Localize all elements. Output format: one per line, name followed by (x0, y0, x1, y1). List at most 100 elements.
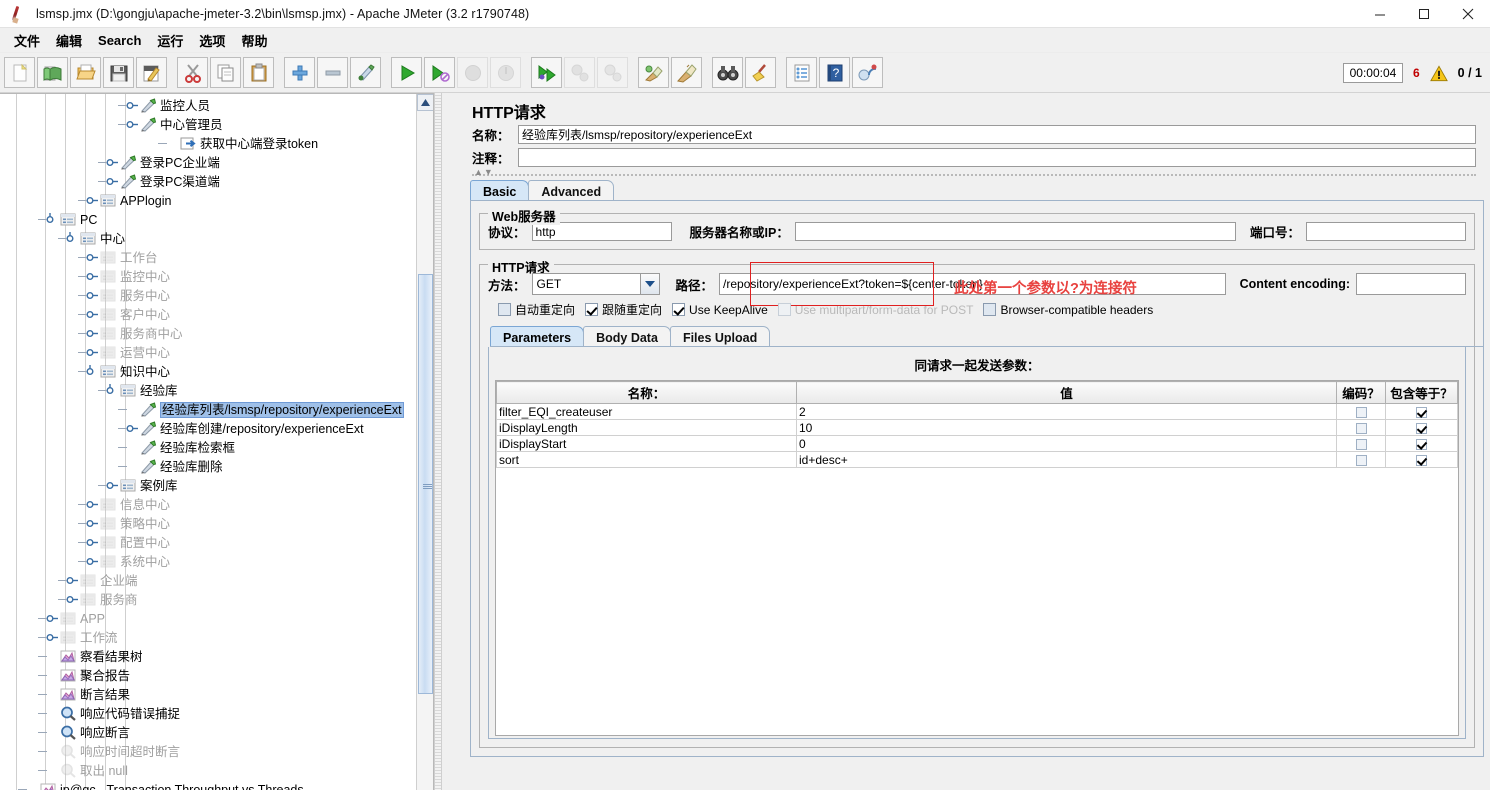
checkbox-follow-redirect[interactable] (585, 303, 598, 316)
copy-icon[interactable] (210, 57, 241, 88)
tree-node[interactable]: 响应断言 (46, 723, 130, 742)
function-helper-icon[interactable] (786, 57, 817, 88)
menu-help[interactable]: 帮助 (233, 28, 275, 53)
tree-expand-handle[interactable] (46, 631, 59, 644)
tree-node[interactable]: 客户中心 (86, 305, 170, 324)
tree-expand-handle[interactable] (126, 422, 139, 435)
checkbox-encode[interactable] (1356, 455, 1367, 466)
tree-expand-handle[interactable] (86, 517, 99, 530)
tree-expand-handle[interactable] (46, 612, 59, 625)
start-no-timers-icon[interactable] (424, 57, 455, 88)
expand-all-icon[interactable] (284, 57, 315, 88)
tree-node[interactable]: 取出 null (46, 761, 128, 780)
tree-node[interactable]: 监控人员 (126, 96, 210, 115)
option-auto-redirect[interactable]: 自动重定向 (498, 301, 575, 318)
tree-node[interactable]: PC (46, 210, 97, 229)
checkbox-include-equals[interactable] (1416, 407, 1427, 418)
templates-icon[interactable] (37, 57, 68, 88)
port-input[interactable] (1306, 222, 1466, 241)
content-encoding-input[interactable] (1356, 273, 1466, 295)
tree-node[interactable]: 服务中心 (86, 286, 170, 305)
maximize-button[interactable] (1402, 0, 1446, 28)
undo-icon[interactable] (852, 57, 883, 88)
tree-node[interactable]: 经验库列表/lsmsp/repository/experienceExt (126, 400, 404, 419)
tree-node[interactable]: 登录PC企业端 (106, 153, 220, 172)
tree-node[interactable]: 经验库创建/repository/experienceExt (126, 419, 364, 438)
tree-collapse-handle[interactable] (86, 365, 99, 378)
tree-node[interactable]: 服务商 (66, 590, 138, 609)
column-header-value[interactable]: 值 (797, 382, 1337, 404)
paste-icon[interactable] (243, 57, 274, 88)
help-icon[interactable]: ? (819, 57, 850, 88)
checkbox-keepalive[interactable] (672, 303, 685, 316)
tree-expand-handle[interactable] (126, 118, 139, 131)
tree-node[interactable]: 知识中心 (86, 362, 170, 381)
column-header-encode[interactable]: 编码？ (1337, 382, 1386, 404)
tree-expand-handle[interactable] (86, 270, 99, 283)
tab-files-upload[interactable]: Files Upload (670, 326, 770, 347)
cell-param-value[interactable]: 2 (797, 404, 1337, 420)
tree-node[interactable]: jp@gc - Transaction Throughput vs Thread… (26, 780, 304, 790)
tree-node[interactable]: 运营中心 (86, 343, 170, 362)
tree-node[interactable]: 断言结果 (46, 685, 130, 704)
tree-collapse-handle[interactable] (46, 213, 59, 226)
tree-node[interactable]: 信息中心 (86, 495, 170, 514)
tree-expand-handle[interactable] (106, 156, 119, 169)
close-button[interactable] (1446, 0, 1490, 28)
cell-param-name[interactable]: sort (497, 452, 797, 468)
option-follow-redirect[interactable]: 跟随重定向 (585, 301, 662, 318)
tab-parameters[interactable]: Parameters (490, 326, 584, 347)
cell-param-name[interactable]: filter_EQI_createuser (497, 404, 797, 420)
tree-node[interactable]: 案例库 (106, 476, 178, 495)
column-header-name[interactable]: 名称： (497, 382, 797, 404)
tree-node[interactable]: 聚合报告 (46, 666, 130, 685)
tree-expand-handle[interactable] (86, 289, 99, 302)
cell-param-value[interactable]: id+desc+ (797, 452, 1337, 468)
checkbox-include-equals[interactable] (1416, 455, 1427, 466)
tree-expand-handle[interactable] (66, 574, 79, 587)
checkbox-encode[interactable] (1356, 423, 1367, 434)
checkbox-include-equals[interactable] (1416, 423, 1427, 434)
cell-include-equals[interactable] (1386, 420, 1458, 436)
menu-search[interactable]: Search (90, 30, 149, 51)
collapse-all-icon[interactable] (317, 57, 348, 88)
comment-input[interactable] (518, 148, 1476, 167)
tree-node[interactable]: 察看结果树 (46, 647, 143, 666)
tab-advanced[interactable]: Advanced (528, 180, 614, 201)
save-as-icon[interactable] (136, 57, 167, 88)
tree-node[interactable]: 经验库检索框 (126, 438, 235, 457)
menu-run[interactable]: 运行 (149, 28, 191, 53)
checkbox-auto-redirect[interactable] (498, 303, 511, 316)
scroll-up-button[interactable] (417, 94, 434, 111)
checkbox-browser-headers[interactable] (983, 303, 996, 316)
parameters-table-wrapper[interactable]: 名称： 值 编码？ 包含等于？ filter_EQI_createuser2iD… (495, 380, 1459, 736)
cell-param-name[interactable]: iDisplayLength (497, 420, 797, 436)
tree-expand-handle[interactable] (86, 555, 99, 568)
cell-param-name[interactable]: iDisplayStart (497, 436, 797, 452)
checkbox-encode[interactable] (1356, 407, 1367, 418)
tree-collapse-handle[interactable] (106, 384, 119, 397)
tree-expand-handle[interactable] (86, 327, 99, 340)
cell-encode[interactable] (1337, 404, 1386, 420)
option-browser-headers[interactable]: Browser-compatible headers (983, 303, 1153, 317)
cut-icon[interactable] (177, 57, 208, 88)
clear-icon[interactable] (638, 57, 669, 88)
tree-node[interactable]: 获取中心端登录token (166, 134, 318, 153)
tree-node[interactable]: APP (46, 609, 105, 628)
server-input[interactable] (795, 222, 1236, 241)
tree-node[interactable]: 工作流 (46, 628, 118, 647)
search-reset-icon[interactable] (745, 57, 776, 88)
table-row[interactable]: filter_EQI_createuser2 (497, 404, 1458, 420)
start-icon[interactable] (391, 57, 422, 88)
menu-options[interactable]: 选项 (191, 28, 233, 53)
cell-include-equals[interactable] (1386, 452, 1458, 468)
tree-collapse-handle[interactable] (66, 232, 79, 245)
search-icon[interactable] (712, 57, 743, 88)
tree-node[interactable]: 配置中心 (86, 533, 170, 552)
tree-expand-handle[interactable] (86, 536, 99, 549)
table-row[interactable]: iDisplayLength10 (497, 420, 1458, 436)
tree-scroll-thumb[interactable] (418, 274, 433, 694)
tree-expand-handle[interactable] (106, 175, 119, 188)
collapse-toggle-icon[interactable]: ▲▼ (474, 167, 494, 177)
tree-node[interactable]: 企业端 (66, 571, 138, 590)
